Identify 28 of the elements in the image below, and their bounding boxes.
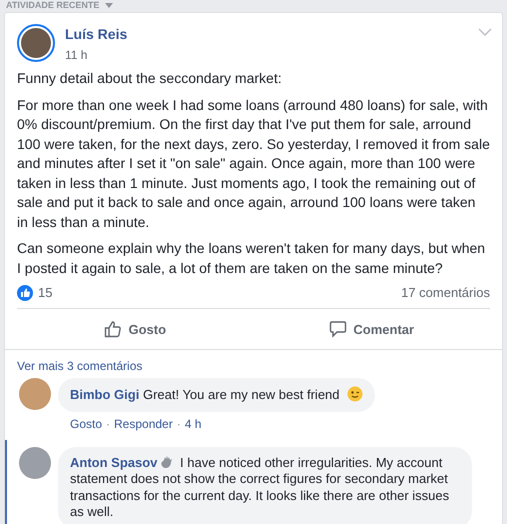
avatar[interactable] — [17, 24, 55, 62]
like-reaction-icon[interactable] — [17, 285, 33, 301]
waving-hand-icon — [160, 454, 174, 468]
post-paragraph: For more than one week I had some loans (arround 480 loans) for sale, with 0% discount/premium. On the first day that I've put them for sale, arround 100 were taken, for the next days, zero. So yesterday, I removed it from sale and minutes after I set it "on sale" again. Once again, more than 100 were taken in less than 1 minute. Just moments ago, I took the remaining out of sale and put it back to sale and once again, arround 100 loans were taken in less than a minute. — [17, 96, 490, 232]
chevron-down-icon[interactable] — [478, 28, 492, 36]
comment-action-link[interactable]: Responder — [114, 416, 173, 430]
commenter-name[interactable]: Bimbo Gigi — [70, 387, 140, 402]
comment-action-link[interactable]: 4 h — [184, 416, 202, 430]
winking-face-icon — [347, 386, 364, 402]
post-paragraph: Can someone explain why the loans weren't taken for many days, but when I posted it again to sale, a lot of them are taken on the same minute? — [17, 239, 486, 278]
commenter-avatar[interactable] — [19, 446, 51, 478]
author-name[interactable]: Luís Reis — [65, 25, 128, 43]
reaction-count[interactable]: 15 — [38, 285, 52, 301]
view-more-comments-link[interactable]: Ver mais 3 comentários — [17, 358, 502, 374]
comment-action-link[interactable]: Gosto — [70, 416, 102, 430]
caret-icon[interactable] — [105, 2, 114, 8]
comment-text: Bimbo Gigi Great! You are my new best friend — [58, 378, 376, 412]
speech-bubble-icon — [329, 320, 348, 338]
commenter-name[interactable]: Anton Spasov — [70, 454, 158, 470]
thumbs-up-icon — [104, 320, 122, 338]
post-time[interactable]: 11 h — [65, 47, 128, 63]
section-title: ATIVIDADE RECENTE — [6, 0, 100, 10]
comment-text: Anton Spasov I have noticed other irregularities. My account statement does not show the correct figures for secondary market transactions for the current day. It looks like there are other issues as well. — [58, 446, 472, 524]
post-paragraph: Funny detail about the seccondary market: — [17, 69, 283, 88]
comment-count[interactable]: 17 comentários — [401, 285, 490, 301]
separator-dot: · — [106, 416, 110, 430]
separator-dot: · — [176, 416, 181, 430]
commenter-avatar[interactable] — [19, 378, 51, 410]
